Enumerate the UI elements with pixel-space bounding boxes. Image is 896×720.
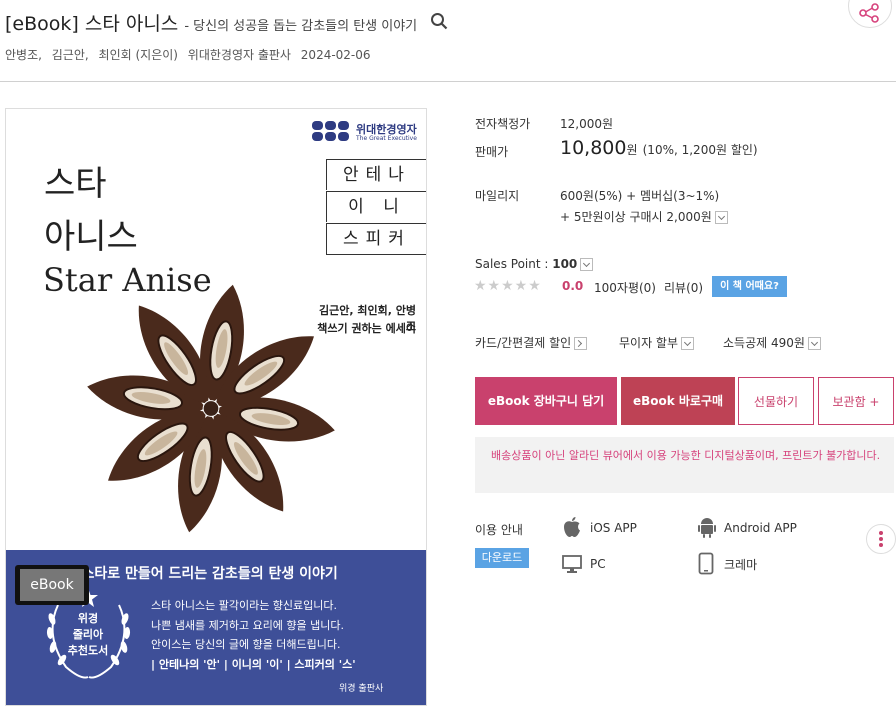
mileage-line2: + 5만원이상 구매시 2,000원 bbox=[560, 210, 712, 224]
ebook-badge: eBook bbox=[15, 565, 89, 605]
sales-point-label: Sales Point : bbox=[475, 257, 553, 271]
sale-price-row: 10,800원 (10%, 1,200원 할인) bbox=[560, 137, 758, 159]
rating-stars-icon: ★★★★★ bbox=[474, 278, 542, 294]
chevron-down-icon bbox=[807, 337, 821, 350]
pc-icon bbox=[562, 555, 582, 573]
author-link[interactable]: 김근안, bbox=[52, 48, 89, 62]
android-app[interactable]: Android APP bbox=[724, 521, 797, 535]
gift-button[interactable]: 선물하기 bbox=[738, 377, 814, 425]
band-line: 스타 아니스는 팔각이라는 향신료입니다. bbox=[151, 599, 338, 612]
installment[interactable]: 무이자 할부 bbox=[619, 334, 695, 351]
title-main: [eBook] 스타 아니스 bbox=[5, 13, 179, 35]
wreath-line: 줄리아 bbox=[72, 628, 104, 641]
book-meta: 안병조, 김근안, 최인회 (지은이) 위대한경영자 출판사 2024-02-0… bbox=[5, 46, 377, 63]
search-icon[interactable] bbox=[430, 12, 448, 30]
mileage-label: 마일리지 bbox=[475, 189, 520, 203]
card-discount-label: 카드/간편결제 할인 bbox=[475, 336, 572, 350]
cover-title-line2: 아니스 bbox=[44, 217, 138, 257]
wishlist-button[interactable]: 보관함 + bbox=[818, 377, 894, 425]
card-discount[interactable]: 카드/간편결제 할인 bbox=[475, 334, 588, 351]
apple-icon bbox=[564, 517, 580, 537]
crema-app[interactable]: 크레마 bbox=[724, 556, 757, 573]
reviews-100-link[interactable]: 100자평(0) bbox=[594, 279, 656, 296]
usage-label: 이용 안내 bbox=[475, 523, 523, 537]
band-line: 나쁜 냄새를 제거하고 요리에 향을 냅니다. bbox=[151, 619, 345, 632]
rating-value: 0.0 bbox=[562, 279, 584, 293]
installment-label: 무이자 할부 bbox=[619, 336, 679, 350]
digital-notice: 배송상품이 아닌 알라딘 뷰어에서 이용 가능한 디지털상품이며, 프린트가 불… bbox=[475, 437, 894, 493]
tax-deduction[interactable]: 소득공제 490원 bbox=[723, 334, 821, 351]
cover-box: 안테나 bbox=[326, 159, 426, 190]
publisher-logo-sub: The Great Executive bbox=[356, 135, 417, 142]
sales-point: Sales Point : 100 bbox=[475, 257, 594, 271]
star-anise-illustration bbox=[87, 284, 335, 533]
sale-discount: (10%, 1,200원 할인) bbox=[642, 143, 758, 157]
list-price-label: 전자책정가 bbox=[475, 117, 531, 131]
cover-box: 스피커 bbox=[326, 223, 426, 255]
list-price: 12,000원 bbox=[560, 117, 614, 131]
share-button[interactable] bbox=[848, 0, 892, 28]
sale-price-label: 판매가 bbox=[475, 145, 509, 159]
mileage-line1: 600원(5%) + 멤버십(3~1%) bbox=[560, 189, 720, 203]
cover-box: 이 니 bbox=[326, 191, 426, 222]
book-title: [eBook] 스타 아니스 - 당신의 성공을 돕는 감초들의 탄생 이야기 bbox=[5, 9, 417, 36]
reviews-link[interactable]: 리뷰(0) bbox=[664, 279, 703, 296]
sales-point-value: 100 bbox=[552, 257, 578, 271]
band-line: 안이스는 당신의 글에 향을 더해드립니다. bbox=[151, 638, 341, 651]
author-link[interactable]: 최인회 (지은이) bbox=[99, 48, 178, 62]
pub-date: 2024-02-06 bbox=[300, 48, 371, 62]
chevron-down-icon bbox=[681, 337, 695, 350]
share-icon bbox=[859, 3, 879, 23]
author-link[interactable]: 안병조, bbox=[5, 48, 42, 62]
crema-device-icon bbox=[698, 552, 714, 575]
wreath-line: 위경 bbox=[77, 612, 99, 625]
android-icon bbox=[698, 518, 716, 538]
band-publisher: 위경 출판사 bbox=[339, 684, 384, 694]
sale-price: 10,800 bbox=[560, 137, 627, 159]
review-prompt-button[interactable]: 이 책 어때요? bbox=[712, 276, 787, 297]
chevron-right-icon bbox=[574, 337, 588, 350]
divider bbox=[0, 81, 896, 82]
chevron-down-icon[interactable] bbox=[714, 211, 728, 224]
pc-app[interactable]: PC bbox=[590, 557, 606, 571]
publisher-logo-icon bbox=[312, 121, 349, 141]
download-button[interactable]: 다운로드 bbox=[475, 548, 529, 568]
band-highlight: | 안테나의 '안' | 이니의 '이' | 스피커의 '스' bbox=[151, 658, 356, 671]
mileage-row2: + 5만원이상 구매시 2,000원 bbox=[560, 208, 728, 225]
ios-app[interactable]: iOS APP bbox=[590, 521, 637, 535]
book-cover[interactable]: 위대한경영자 The Great Executive 스타 아니스 Star A… bbox=[5, 108, 427, 706]
publisher-link[interactable]: 위대한경영자 출판사 bbox=[188, 48, 291, 62]
tax-deduction-label: 소득공제 490원 bbox=[723, 336, 805, 350]
buy-now-button[interactable]: eBook 바로구매 bbox=[621, 377, 735, 425]
wreath-line: 추천도서 bbox=[67, 644, 109, 657]
ebook-badge-label: eBook bbox=[20, 569, 84, 601]
cover-title-line1: 스타 bbox=[44, 164, 107, 204]
sale-unit: 원 bbox=[626, 143, 638, 157]
title-subtitle: - 당신의 성공을 돕는 감초들의 탄생 이야기 bbox=[184, 19, 418, 34]
more-vertical-icon bbox=[879, 531, 883, 547]
chevron-down-icon[interactable] bbox=[580, 258, 594, 271]
more-options-button[interactable] bbox=[866, 524, 896, 554]
add-to-cart-button[interactable]: eBook 장바구니 담기 bbox=[475, 377, 617, 425]
